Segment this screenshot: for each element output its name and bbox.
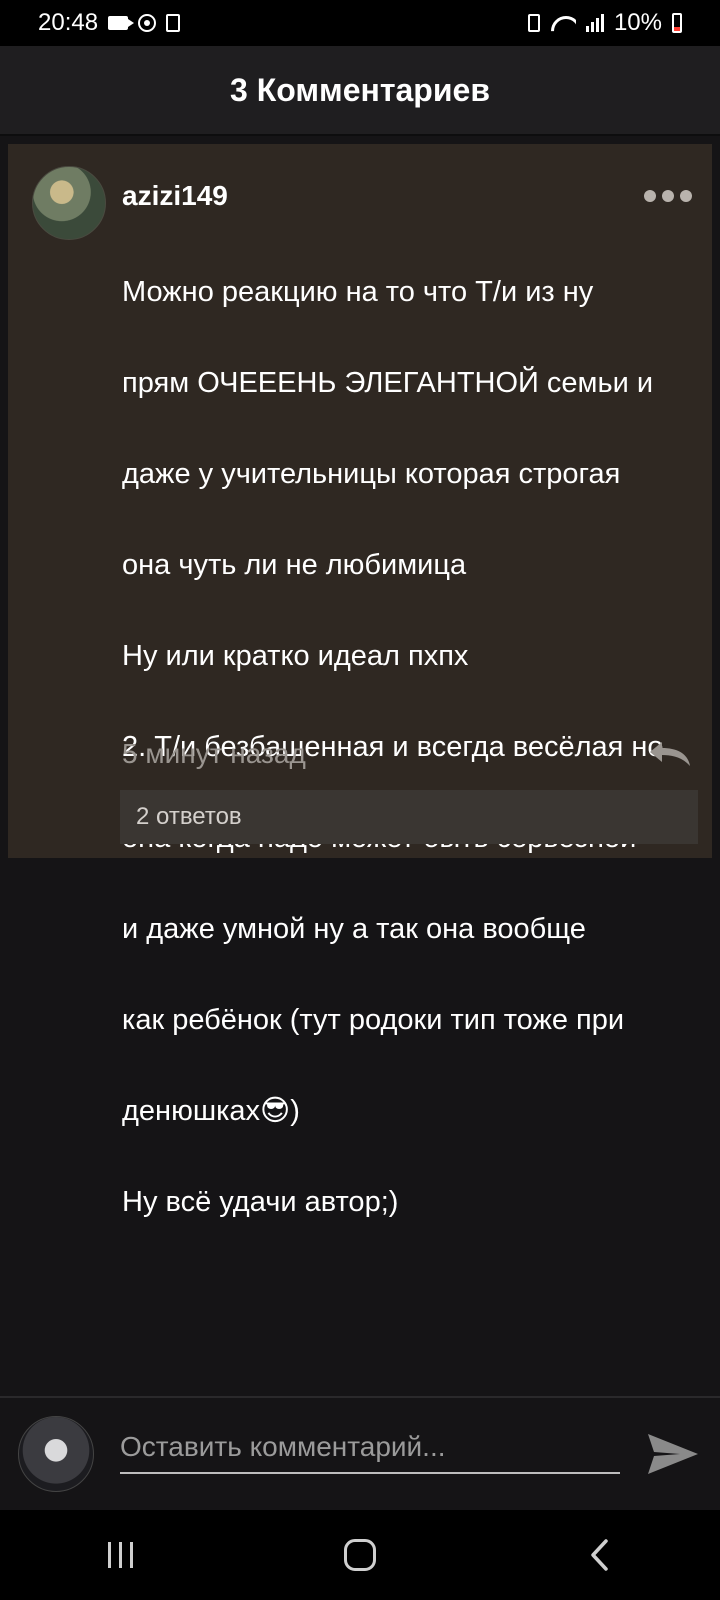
comment-line: она чуть ли не любимица [122, 548, 467, 581]
status-right: 10% [527, 9, 682, 37]
send-icon[interactable] [646, 1430, 700, 1478]
comment-line: даже у учительницы которая строгая [122, 457, 621, 490]
battery-icon [672, 13, 682, 33]
comment-input-bar [0, 1396, 720, 1510]
comment-username[interactable]: azizi149 [122, 180, 228, 212]
header: 3 Комментариев [0, 46, 720, 136]
status-left: 20:48 [38, 9, 181, 37]
comment-line: Ну или кратко идеал пхпх [122, 639, 469, 672]
comment-line: Ну всё удачи автор;) [122, 1185, 399, 1218]
navigation-bar [0, 1510, 720, 1600]
home-icon [344, 1539, 376, 1571]
status-time: 20:48 [38, 9, 99, 36]
notification-icon [166, 14, 181, 32]
recents-button[interactable] [80, 1525, 160, 1585]
more-dots-icon[interactable] [644, 190, 692, 202]
comment-line: как ребёнок (тут родоки тип тоже при [122, 1003, 625, 1036]
reply-icon[interactable] [648, 740, 694, 768]
back-icon [591, 1539, 608, 1571]
sync-icon [138, 14, 157, 32]
comment-card: azizi149 Можно реакцию на то что Т/и из … [8, 144, 712, 1218]
comment-timestamp: 5 минут назад [122, 738, 306, 769]
comment-line: Можно реакцию на то что Т/и из ну [122, 275, 594, 308]
replies-button[interactable]: 2 ответов [120, 790, 698, 844]
replies-label: 2 ответов [136, 803, 242, 830]
page-title: 3 Комментариев [230, 71, 490, 108]
avatar[interactable] [32, 166, 106, 240]
user-avatar [18, 1416, 94, 1492]
video-camera-icon [108, 16, 135, 30]
battery-saver-icon [527, 14, 540, 32]
signal-icon [585, 14, 604, 32]
comment-line: прям ОЧЕЕЕНЬ ЭЛЕГАНТНОЙ семьи и [122, 366, 654, 399]
comments-screen: 20:48 10% 3 Комментариев azizi149 Можно … [0, 0, 720, 1600]
comment-input[interactable] [120, 1428, 620, 1474]
wifi-icon [550, 14, 576, 32]
comment-line: и даже умной ну а так она вообще [122, 912, 586, 945]
home-button[interactable] [320, 1525, 400, 1585]
status-bar: 20:48 10% [0, 0, 720, 46]
comment-line: денюшках😎) [122, 1094, 300, 1127]
recents-icon [107, 1542, 133, 1568]
back-button[interactable] [560, 1525, 640, 1585]
battery-percent: 10% [613, 9, 662, 36]
